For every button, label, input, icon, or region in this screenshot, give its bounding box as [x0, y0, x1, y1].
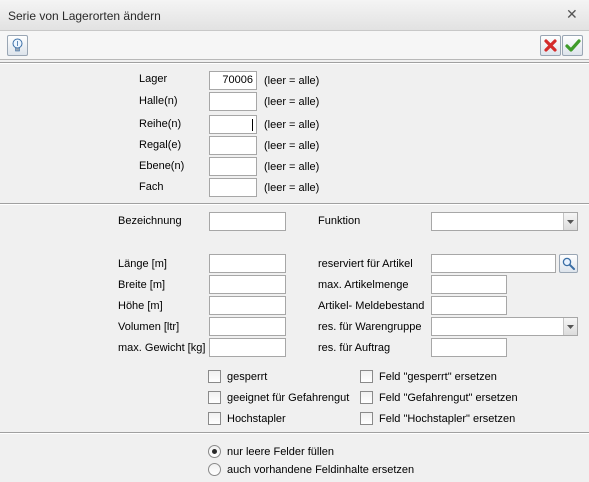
funktion-select[interactable] — [431, 212, 578, 231]
magnifier-icon — [562, 257, 575, 270]
close-icon[interactable]: ✕ — [566, 6, 578, 23]
breite-input[interactable] — [209, 275, 286, 294]
red-x-icon — [544, 39, 557, 52]
halle-input[interactable] — [209, 92, 257, 111]
set-hochstapler-label: Feld "Hochstapler" ersetzen — [379, 413, 516, 425]
fach-hint: (leer = alle) — [264, 182, 320, 194]
cancel-button[interactable] — [540, 35, 561, 56]
gewicht-label: max. Gewicht [kg] — [118, 342, 206, 354]
hoehe-input[interactable] — [209, 296, 286, 315]
divider — [0, 432, 589, 434]
volumen-label: Volumen [ltr] — [118, 321, 180, 333]
hochstapler-label: Hochstapler — [227, 413, 286, 425]
hochstapler-checkbox[interactable] — [208, 412, 221, 425]
replace-all-label: auch vorhandene Feldinhalte ersetzen — [227, 464, 415, 476]
bezeichnung-label: Bezeichnung — [118, 215, 182, 227]
warengruppe-select[interactable] — [431, 317, 578, 336]
set-gefahrengut-checkbox[interactable] — [360, 391, 373, 404]
gewicht-input[interactable] — [209, 338, 286, 357]
reihe-hint: (leer = alle) — [264, 119, 320, 131]
reihe-label: Reihe(n) — [139, 118, 182, 130]
auftrag-label: res. für Auftrag — [318, 342, 391, 354]
ebene-input[interactable] — [209, 157, 257, 176]
fill-empty-radio[interactable] — [208, 445, 221, 458]
artikel-input[interactable] — [431, 254, 556, 273]
regal-input[interactable] — [209, 136, 257, 155]
laenge-label: Länge [m] — [118, 258, 167, 270]
lager-label: Lager — [139, 73, 168, 85]
chevron-down-icon[interactable] — [563, 213, 577, 230]
meldebestand-label: Artikel- Meldebestand — [318, 300, 425, 312]
hoehe-label: Höhe [m] — [118, 300, 163, 312]
lager-input[interactable]: 70006 — [209, 71, 257, 90]
replace-all-radio[interactable] — [208, 463, 221, 476]
toolbar — [0, 31, 589, 60]
laenge-input[interactable] — [209, 254, 286, 273]
ok-button[interactable] — [562, 35, 583, 56]
artikelmenge-input[interactable] — [431, 275, 507, 294]
artikel-label: reserviert für Artikel — [318, 258, 413, 270]
meldebestand-input[interactable] — [431, 296, 507, 315]
divider — [0, 62, 589, 64]
artikelmenge-label: max. Artikelmenge — [318, 279, 409, 291]
bezeichnung-input[interactable] — [209, 212, 286, 231]
halle-hint: (leer = alle) — [264, 96, 320, 108]
fach-input[interactable] — [209, 178, 257, 197]
gefahrengut-checkbox[interactable] — [208, 391, 221, 404]
set-gefahrengut-label: Feld "Gefahrengut" ersetzen — [379, 392, 518, 404]
gesperrt-label: gesperrt — [227, 371, 268, 383]
text-caret — [252, 119, 253, 131]
lager-hint: (leer = alle) — [264, 75, 320, 87]
regal-label: Regal(e) — [139, 139, 182, 151]
reihe-input[interactable] — [209, 115, 257, 134]
chevron-down-icon[interactable] — [563, 318, 577, 335]
funktion-label: Funktion — [318, 215, 361, 227]
hint-button[interactable] — [7, 35, 28, 56]
green-check-icon — [564, 39, 581, 52]
window-title: Serie von Lagerorten ändern — [8, 9, 161, 23]
lightbulb-icon — [12, 38, 23, 52]
gefahrengut-label: geeignet für Gefahrengut — [227, 392, 350, 404]
artikel-search-button[interactable] — [559, 254, 578, 273]
fill-empty-label: nur leere Felder füllen — [227, 446, 335, 458]
volumen-input[interactable] — [209, 317, 286, 336]
divider — [0, 203, 589, 205]
ebene-label: Ebene(n) — [139, 160, 185, 172]
set-gesperrt-label: Feld "gesperrt" ersetzen — [379, 371, 497, 383]
auftrag-input[interactable] — [431, 338, 507, 357]
breite-label: Breite [m] — [118, 279, 166, 291]
warengruppe-label: res. für Warengruppe — [318, 321, 422, 333]
ebene-hint: (leer = alle) — [264, 161, 320, 173]
gesperrt-checkbox[interactable] — [208, 370, 221, 383]
regal-hint: (leer = alle) — [264, 140, 320, 152]
halle-label: Halle(n) — [139, 95, 178, 107]
set-gesperrt-checkbox[interactable] — [360, 370, 373, 383]
fach-label: Fach — [139, 181, 164, 193]
set-hochstapler-checkbox[interactable] — [360, 412, 373, 425]
radio-selected-dot — [212, 449, 217, 454]
